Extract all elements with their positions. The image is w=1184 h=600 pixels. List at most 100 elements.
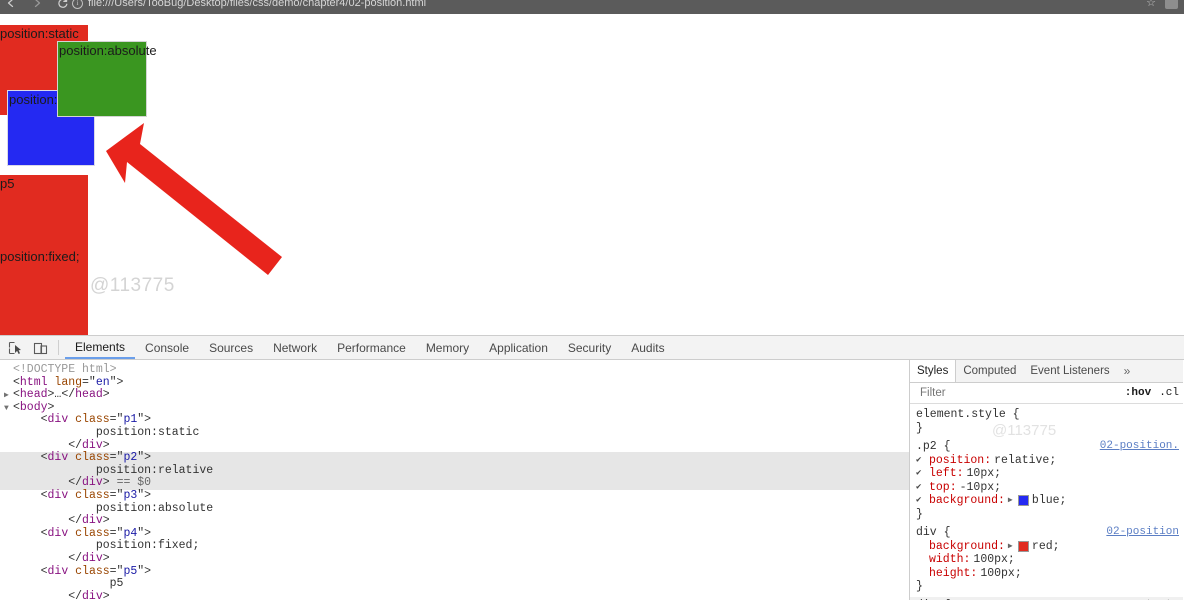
css-declaration[interactable]: ✔ top: -10px; xyxy=(910,481,1183,495)
dom-tree-line[interactable]: position:absolute xyxy=(0,502,909,516)
css-declaration[interactable]: ✔ left: 10px; xyxy=(910,467,1183,481)
declaration-checkbox[interactable]: ✔ xyxy=(916,467,926,481)
demo-box-p3: position:absolute xyxy=(57,41,157,117)
dom-tree-line[interactable]: </div> xyxy=(0,590,909,600)
tab-security[interactable]: Security xyxy=(558,336,621,359)
tab-console-label: Console xyxy=(145,340,190,355)
css-property-name[interactable]: top: xyxy=(929,481,957,495)
styles-tabs: Styles Computed Event Listeners » xyxy=(910,360,1183,383)
address-bar[interactable]: i file:///Users/TooBug/Desktop/files/css… xyxy=(72,0,426,11)
browser-nav-buttons xyxy=(4,0,70,10)
css-property-value[interactable]: relative; xyxy=(994,454,1056,468)
star-bookmark-icon[interactable]: ☆ xyxy=(1146,0,1156,10)
browser-chrome: i file:///Users/TooBug/Desktop/files/css… xyxy=(0,0,1184,14)
devtools-tool-icons xyxy=(0,341,58,355)
styles-filter-input[interactable] xyxy=(918,386,1072,400)
css-property-value[interactable]: blue; xyxy=(1032,494,1067,508)
device-toolbar-icon[interactable] xyxy=(33,341,48,355)
declaration-checkbox[interactable]: ✔ xyxy=(916,481,926,495)
css-property-value[interactable]: 100px; xyxy=(980,567,1021,581)
chevron-double-right-icon[interactable]: » xyxy=(1117,360,1138,382)
tab-sources[interactable]: Sources xyxy=(199,336,263,359)
styles-watermark: @113775 xyxy=(992,422,1057,439)
tab-memory[interactable]: Memory xyxy=(416,336,479,359)
dom-tree-pane[interactable]: <!DOCTYPE html> <html lang="en"> ▶ <head>…<… xyxy=(0,360,910,600)
tab-sources-label: Sources xyxy=(209,340,254,355)
styles-tab-computed-label: Computed xyxy=(963,365,1017,377)
css-rule[interactable]: div {02-position background: ▶ red; width: 10… xyxy=(910,524,1183,597)
styles-tab-computed[interactable]: Computed xyxy=(956,360,1023,382)
chevron-right-icon[interactable]: ▶ xyxy=(1008,540,1015,554)
css-property-name[interactable]: background: xyxy=(929,540,1005,554)
color-swatch[interactable] xyxy=(1017,495,1029,507)
css-declaration[interactable]: height: 100px; xyxy=(910,567,1183,581)
tab-audits[interactable]: Audits xyxy=(621,336,674,359)
styles-tab-events[interactable]: Event Listeners xyxy=(1023,360,1116,382)
demo-box-p5: p5 xyxy=(0,175,88,248)
tab-network-label: Network xyxy=(273,340,318,355)
demo-box-p3-label: position:absolute xyxy=(59,43,157,58)
css-property-value[interactable]: red; xyxy=(1032,540,1060,554)
styles-filter-row: :hov .cl xyxy=(910,383,1183,404)
styles-pane: Styles Computed Event Listeners » :hov .… xyxy=(910,360,1183,600)
css-property-name[interactable]: width: xyxy=(929,553,970,567)
back-arrow-icon[interactable] xyxy=(4,0,18,10)
reload-icon[interactable] xyxy=(56,0,70,10)
tab-elements[interactable]: Elements xyxy=(65,336,136,359)
css-property-value[interactable]: -10px; xyxy=(960,481,1001,495)
tab-audits-label: Audits xyxy=(631,340,665,355)
url-text: file:///Users/TooBug/Desktop/files/css/d… xyxy=(88,0,427,9)
dom-tree-line[interactable]: <div class="p5"> xyxy=(0,565,909,579)
devtools-tabs: Elements Console Sources Network Perform… xyxy=(65,336,675,359)
css-declaration[interactable]: ✔ background: ▶ blue; xyxy=(910,494,1183,508)
dom-tree-line[interactable]: <html lang="en"> xyxy=(0,376,909,390)
css-declaration[interactable]: background: ▶ red; xyxy=(910,540,1183,554)
css-property-name[interactable]: position: xyxy=(929,454,991,468)
styles-tab-styles[interactable]: Styles xyxy=(910,360,957,382)
dom-tree-line[interactable]: <!DOCTYPE html> xyxy=(0,363,909,377)
css-rule[interactable]: div {user agent stydisplay:block; xyxy=(910,596,1183,600)
css-rule-origin[interactable]: 02-position xyxy=(1106,526,1179,540)
screenshot-root: i file:///Users/TooBug/Desktop/files/css… xyxy=(0,0,1184,600)
declaration-checkbox[interactable]: ✔ xyxy=(916,494,926,508)
css-property-name[interactable]: left: xyxy=(929,467,964,481)
tab-security-label: Security xyxy=(567,340,612,355)
dom-tree-line[interactable]: p5 xyxy=(0,577,909,591)
css-rule-header: .p2 { 02-position. xyxy=(910,440,1183,454)
chevron-right-icon[interactable]: ▶ xyxy=(1008,494,1015,508)
css-rule-header: div {02-position xyxy=(910,526,1183,540)
info-circle-icon[interactable]: i xyxy=(72,0,83,9)
annotation-arrow-page xyxy=(106,123,282,275)
tab-console[interactable]: Console xyxy=(135,336,199,359)
styles-tab-styles-label: Styles xyxy=(917,365,949,377)
css-rule-origin[interactable]: 02-position. xyxy=(1100,440,1179,454)
profile-avatar-icon[interactable] xyxy=(1165,0,1178,9)
page-viewport: position:static p5 position:fixed; posit… xyxy=(0,14,1184,335)
color-swatch[interactable] xyxy=(1017,540,1029,552)
tab-application-label: Application xyxy=(489,340,548,355)
css-rule[interactable]: .p2 {02-position. ✔ position: relative; ✔ lef… xyxy=(910,438,1183,524)
devtools-body: <!DOCTYPE html> <html lang="en"> ▶ <head>…<… xyxy=(0,360,1184,600)
declaration-checkbox[interactable]: ✔ xyxy=(916,454,926,468)
demo-box-p1-label: position:static xyxy=(0,26,79,41)
inspect-element-icon[interactable] xyxy=(8,341,23,355)
tab-network[interactable]: Network xyxy=(263,336,327,359)
forward-arrow-icon[interactable] xyxy=(30,0,44,10)
css-property-value[interactable]: 10px; xyxy=(967,467,1002,481)
tab-performance-label: Performance xyxy=(337,340,406,355)
dom-tree-line[interactable]: ▶ <head>…</head> xyxy=(0,388,909,402)
hov-toggle[interactable]: :hov xyxy=(1125,387,1151,399)
tab-performance[interactable]: Performance xyxy=(327,336,416,359)
browser-chrome-right: ☆ xyxy=(1146,0,1178,10)
css-property-name[interactable]: background: xyxy=(929,494,1005,508)
dom-tree-line[interactable]: position:fixed; xyxy=(0,540,909,553)
css-property-value[interactable]: 100px; xyxy=(973,553,1014,567)
css-selector: .p2 { xyxy=(916,440,951,453)
css-declaration[interactable]: ✔ position: relative; xyxy=(910,454,1183,468)
css-declaration[interactable]: width: 100px; xyxy=(910,553,1183,567)
css-property-name[interactable]: height: xyxy=(929,567,977,581)
tab-application[interactable]: Application xyxy=(479,336,558,359)
dom-tree-line[interactable]: position:static xyxy=(0,426,909,440)
cls-toggle[interactable]: .cl xyxy=(1159,387,1179,399)
toolbar-divider xyxy=(58,340,59,355)
